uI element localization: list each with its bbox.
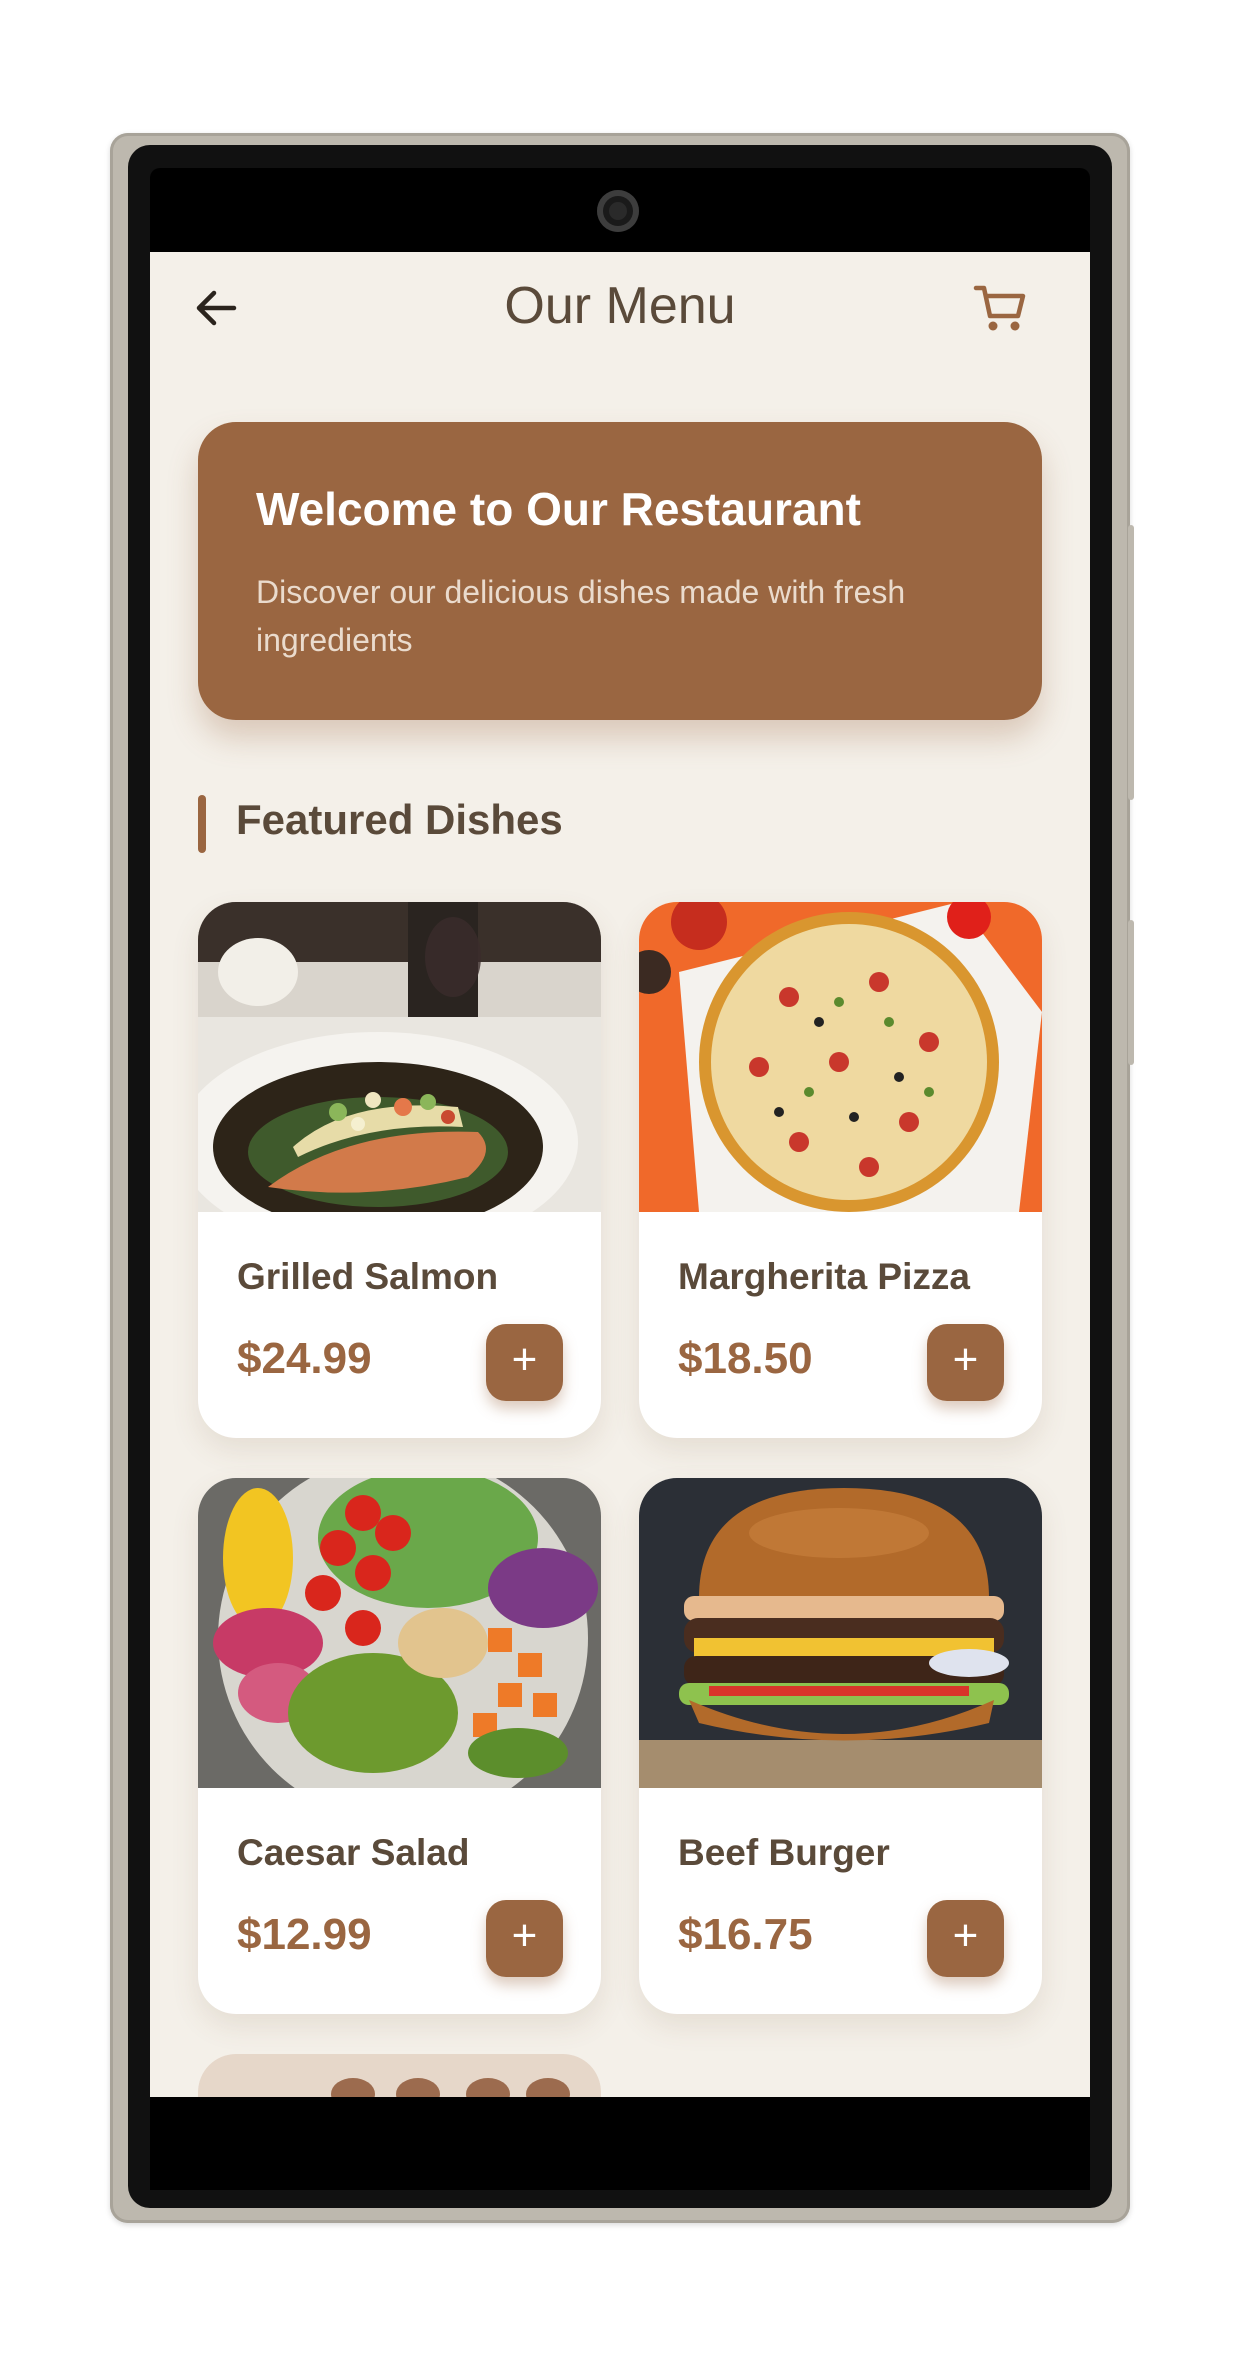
- page-title: Our Menu: [504, 277, 736, 335]
- section-accent-bar: [198, 795, 206, 853]
- plus-icon: +: [511, 1335, 538, 1384]
- dish-card-margherita-pizza[interactable]: Margherita Pizza $18.50 +: [639, 902, 1042, 1438]
- side-button-upper: [1128, 525, 1134, 800]
- front-camera: [597, 190, 639, 232]
- burger-photo: [639, 1478, 1042, 1788]
- add-to-cart-button[interactable]: +: [486, 1900, 563, 1977]
- dish-name: Caesar Salad: [237, 1832, 470, 1873]
- menu-app: Our Menu Welcome to Our Restaurant Disco…: [150, 252, 1090, 2097]
- side-button-lower: [1128, 920, 1134, 1065]
- dish-name: Grilled Salmon: [237, 1256, 499, 1297]
- section-title: Featured Dishes: [236, 796, 563, 843]
- dish-price: $12.99: [237, 1910, 372, 1959]
- banner-heading: Welcome to Our Restaurant: [256, 483, 861, 535]
- dish-name: Beef Burger: [678, 1832, 890, 1873]
- banner-subtext: Discover our delicious dishes made with …: [256, 574, 906, 658]
- dish-name: Margherita Pizza: [678, 1256, 970, 1297]
- plus-icon: +: [952, 1335, 979, 1384]
- dish-card-beef-burger[interactable]: Beef Burger $16.75 +: [639, 1478, 1042, 2014]
- add-to-cart-button[interactable]: +: [927, 1324, 1004, 1401]
- grilled-salmon-photo: [198, 902, 601, 1212]
- plus-icon: +: [952, 1911, 979, 1960]
- add-to-cart-button[interactable]: +: [927, 1900, 1004, 1977]
- cart-button[interactable]: [970, 278, 1030, 338]
- welcome-banner: Welcome to Our Restaurant Discover our d…: [198, 422, 1042, 720]
- dish-price: $24.99: [237, 1334, 372, 1383]
- plus-icon: +: [511, 1911, 538, 1960]
- shopping-cart-icon: [973, 285, 1026, 331]
- system-navigation-bar: [150, 2098, 1090, 2190]
- top-app-bar: Our Menu: [150, 252, 1090, 362]
- dish-card-grilled-salmon[interactable]: Grilled Salmon $24.99 +: [198, 902, 601, 1438]
- salad-bowl-photo: [198, 1478, 601, 1788]
- dish-price: $18.50: [678, 1334, 813, 1383]
- dish-card-partial[interactable]: [198, 2054, 601, 2097]
- pizza-photo: [639, 902, 1042, 1212]
- dessert-photo: [198, 2054, 601, 2097]
- dish-card-caesar-salad[interactable]: Caesar Salad $12.99 +: [198, 1478, 601, 2014]
- add-to-cart-button[interactable]: +: [486, 1324, 563, 1401]
- dish-price: $16.75: [678, 1910, 813, 1959]
